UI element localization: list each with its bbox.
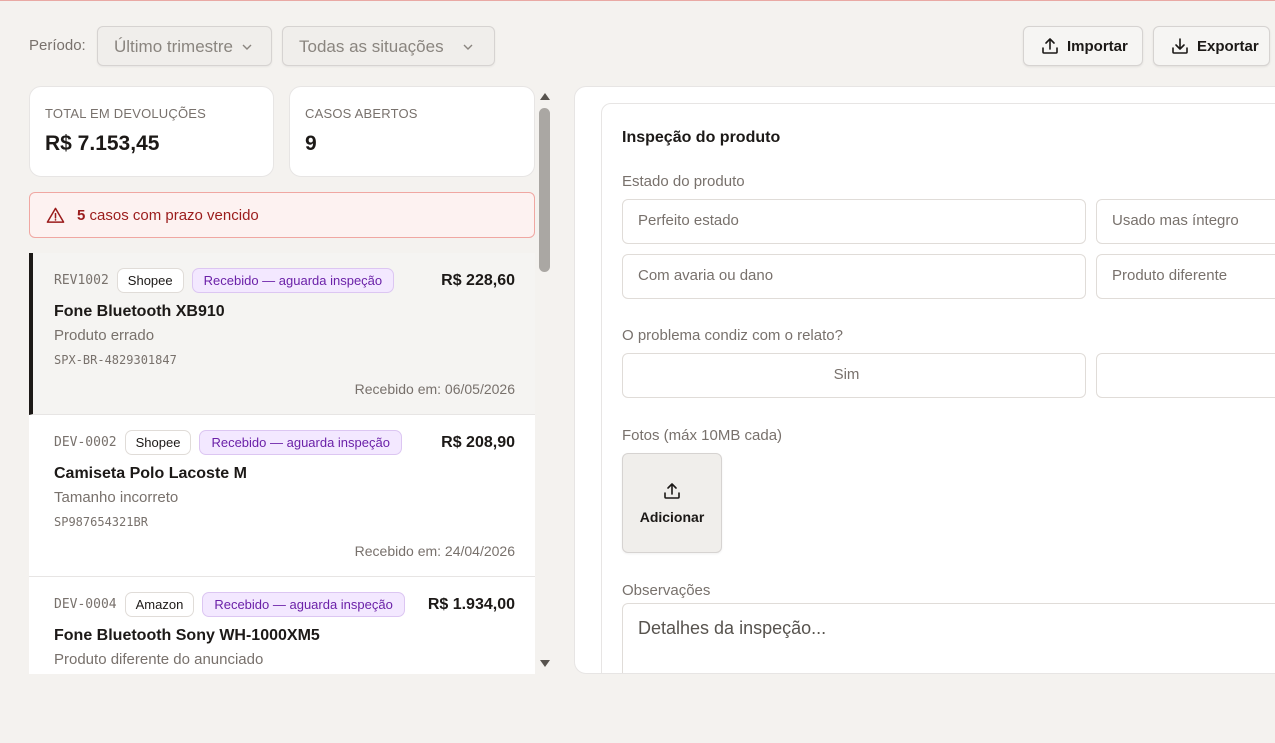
inspection-title: Inspeção do produto <box>622 129 781 146</box>
observacoes-label: Observações <box>622 582 711 599</box>
scroll-up-arrow-icon[interactable] <box>539 91 551 103</box>
warning-triangle-icon <box>46 207 65 223</box>
condiz-option-sim[interactable]: Sim <box>622 353 1086 398</box>
estado-label: Estado do produto <box>622 173 745 190</box>
case-id: REV1002 <box>54 273 109 288</box>
case-item[interactable]: DEV-0002 Shopee Recebido — aguarda inspe… <box>29 415 535 577</box>
export-button[interactable]: Exportar <box>1153 26 1270 66</box>
case-detail-panel: Inspeção do produto Estado do produto Pe… <box>574 86 1275 674</box>
kpi-open-cases-value: 9 <box>305 132 317 155</box>
marketplace-badge: Amazon <box>124 592 195 617</box>
overdue-count: 5 <box>77 206 86 224</box>
upload-icon <box>1042 38 1058 54</box>
case-received-date: Recebido em: 06/05/2026 <box>354 381 515 397</box>
add-photo-label: Adicionar <box>639 509 705 525</box>
overdue-alert-text: 5 casos com prazo vencido <box>77 207 259 224</box>
case-item[interactable]: DEV-0004 Amazon Recebido — aguarda inspe… <box>29 577 535 674</box>
kpi-open-cases-label: CASOS ABERTOS <box>305 106 418 121</box>
status-badge: Recebido — aguarda inspeção <box>199 430 402 455</box>
case-item[interactable]: REV1002 Shopee Recebido — aguarda inspeç… <box>29 253 535 415</box>
estado-option-diferente[interactable]: Produto diferente <box>1096 254 1275 299</box>
estado-option-avaria[interactable]: Com avaria ou dano <box>622 254 1086 299</box>
case-reason: Tamanho incorreto <box>54 489 179 506</box>
periodo-label: Período: <box>29 37 86 54</box>
add-photo-button[interactable]: Adicionar <box>622 453 722 553</box>
periodo-select-value: Último trimestre <box>114 37 234 56</box>
estado-option-usado[interactable]: Usado mas íntegro <box>1096 199 1275 244</box>
case-product-title: Fone Bluetooth XB910 <box>54 303 225 320</box>
status-badge: Recebido — aguarda inspeção <box>191 268 395 293</box>
case-id: DEV-0002 <box>54 435 117 450</box>
chevron-down-icon <box>242 44 252 50</box>
import-button-label: Importar <box>1067 37 1128 55</box>
returns-list-panel: TOTAL EM DEVOLUÇÕES R$ 7.153,45 CASOS AB… <box>29 86 536 674</box>
case-product-title: Fone Bluetooth Sony WH-1000XM5 <box>54 627 320 644</box>
fotos-label: Fotos (máx 10MB cada) <box>622 427 783 444</box>
observacoes-textarea[interactable]: Detalhes da inspeção... <box>622 603 1275 673</box>
filter-toolbar: Período: Último trimestre Todas as situa… <box>0 26 1275 66</box>
marketplace-badge: Shopee <box>116 268 184 293</box>
download-icon <box>1172 38 1188 54</box>
case-amount: R$ 208,90 <box>441 434 515 451</box>
case-reason: Produto diferente do anunciado <box>54 651 264 668</box>
import-button[interactable]: Importar <box>1023 26 1143 66</box>
overdue-alert[interactable]: 5 casos com prazo vencido <box>29 192 535 238</box>
case-list: REV1002 Shopee Recebido — aguarda inspeç… <box>29 253 535 674</box>
periodo-select[interactable]: Último trimestre <box>97 26 272 66</box>
situacao-select-value: Todas as situações <box>299 37 444 56</box>
case-received-date: Recebido em: 24/04/2026 <box>354 543 515 559</box>
kpi-total-label: TOTAL EM DEVOLUÇÕES <box>45 106 207 121</box>
case-id: DEV-0004 <box>54 597 117 612</box>
case-amount: R$ 228,60 <box>441 272 515 289</box>
scrollbar-thumb[interactable] <box>539 108 550 272</box>
kpi-total-card: TOTAL EM DEVOLUÇÕES R$ 7.153,45 <box>29 86 274 177</box>
case-reason: Produto errado <box>54 327 155 344</box>
list-scrollbar[interactable] <box>536 86 554 674</box>
condiz-label: O problema condiz com o relato? <box>622 327 843 344</box>
inspection-card: Inspeção do produto Estado do produto Pe… <box>601 103 1275 673</box>
chevron-down-icon <box>463 44 473 50</box>
case-product-title: Camiseta Polo Lacoste M <box>54 465 247 482</box>
case-tracking-code: SPX-BR-4829301847 <box>54 353 177 367</box>
case-amount: R$ 1.934,00 <box>427 596 515 613</box>
export-button-label: Exportar <box>1197 37 1259 55</box>
condiz-option-nao[interactable] <box>1096 353 1275 398</box>
kpi-total-value: R$ 7.153,45 <box>45 132 160 155</box>
status-badge: Recebido — aguarda inspeção <box>202 592 405 617</box>
case-tracking-code: SP987654321BR <box>54 515 148 529</box>
scroll-down-arrow-icon[interactable] <box>539 657 551 669</box>
marketplace-badge: Shopee <box>124 430 192 455</box>
situacao-select[interactable]: Todas as situações <box>282 26 495 66</box>
kpi-open-cases-card: CASOS ABERTOS 9 <box>289 86 535 177</box>
estado-option-perfeito[interactable]: Perfeito estado <box>622 199 1086 244</box>
overdue-message: casos com prazo vencido <box>89 206 259 224</box>
upload-icon <box>664 483 680 499</box>
top-accent-line <box>0 0 1275 1</box>
